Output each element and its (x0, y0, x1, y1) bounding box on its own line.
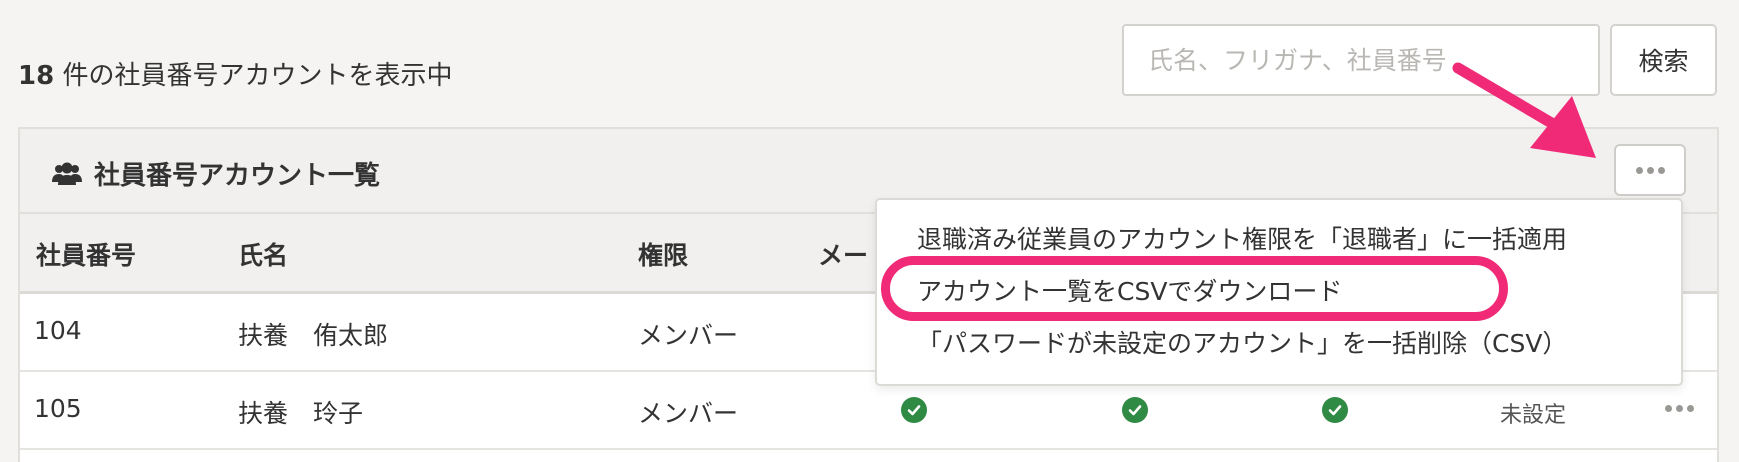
row-more-icon[interactable] (1665, 405, 1694, 412)
account-count-suffix: 件の社員番号アカウントを表示中 (54, 61, 453, 91)
users-icon (52, 162, 82, 185)
account-count: 18 (18, 61, 55, 91)
search-input[interactable] (1122, 24, 1600, 96)
column-header-mail: メー (818, 241, 869, 270)
menu-item-apply-retiree-role[interactable]: 退職済み従業員のアカウント権限を「退職者」に一括適用 (917, 220, 1567, 256)
check-circle-icon (901, 397, 927, 423)
panel-title: 社員番号アカウント一覧 (52, 155, 380, 192)
cell-employee-id: 105 (34, 394, 82, 423)
column-header-name: 氏名 (238, 241, 289, 270)
account-count-summary: 18 件の社員番号アカウントを表示中 (18, 55, 452, 92)
cell-role: メンバー (638, 321, 739, 350)
search-button[interactable]: 検索 (1610, 24, 1717, 96)
cell-name: 扶養 玲子 (238, 399, 364, 428)
column-header-employee-id: 社員番号 (36, 241, 137, 270)
cell-employee-id: 104 (34, 316, 82, 345)
ellipsis-icon (1635, 166, 1665, 174)
check-circle-icon (1322, 397, 1348, 423)
more-actions-button[interactable] (1614, 144, 1686, 196)
check-circle-icon (1122, 397, 1148, 423)
cell-password-status: 未設定 (1500, 403, 1567, 428)
column-header-role: 権限 (638, 241, 689, 270)
panel-title-text: 社員番号アカウント一覧 (94, 161, 381, 191)
menu-item-bulk-delete-csv[interactable]: 「パスワードが未設定のアカウント」を一括削除（CSV） (917, 324, 1567, 360)
cell-role: メンバー (638, 399, 739, 428)
cell-name: 扶養 侑太郎 (238, 321, 389, 350)
highlight-annotation (881, 256, 1508, 321)
